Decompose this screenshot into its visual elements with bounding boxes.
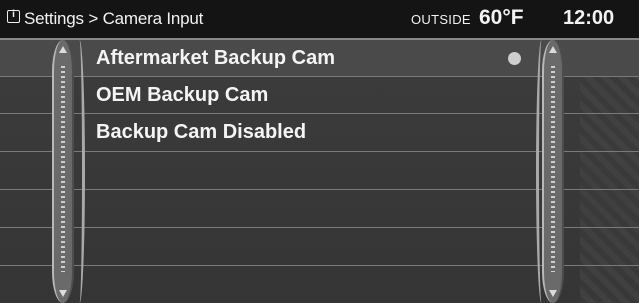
breadcrumb: Settings > Camera Input: [24, 9, 204, 28]
info-icon[interactable]: [7, 9, 20, 23]
scroll-track[interactable]: [542, 40, 564, 303]
rail-rim: [74, 40, 85, 303]
scroll-track[interactable]: [52, 40, 74, 303]
arrow-down-icon[interactable]: [59, 290, 67, 297]
clock: 12:00: [563, 7, 615, 29]
left-scroll-rail[interactable]: [44, 40, 85, 303]
menu-content: Aftermarket Backup Cam OEM Backup Cam Ba…: [0, 40, 639, 303]
right-scroll-rail[interactable]: [536, 40, 572, 303]
header-bar: Settings > Camera Input OUTSIDE 60°F 12:…: [0, 0, 639, 40]
radio-dot-icon: [508, 52, 521, 65]
menu-item-label: Backup Cam Disabled: [96, 121, 307, 143]
scroll-ticks: [551, 66, 555, 272]
arrow-down-icon[interactable]: [549, 290, 557, 297]
camera-input-screen: Settings > Camera Input OUTSIDE 60°F 12:…: [0, 0, 639, 303]
outside-temp-value: 60°F: [479, 6, 524, 29]
menu-item-label: Aftermarket Backup Cam: [96, 47, 335, 69]
arrow-up-icon[interactable]: [549, 46, 557, 53]
menu-item-label: OEM Backup Cam: [96, 84, 269, 106]
outside-temp-label: OUTSIDE: [411, 12, 471, 27]
scroll-ticks: [61, 66, 65, 272]
arrow-up-icon[interactable]: [59, 46, 67, 53]
